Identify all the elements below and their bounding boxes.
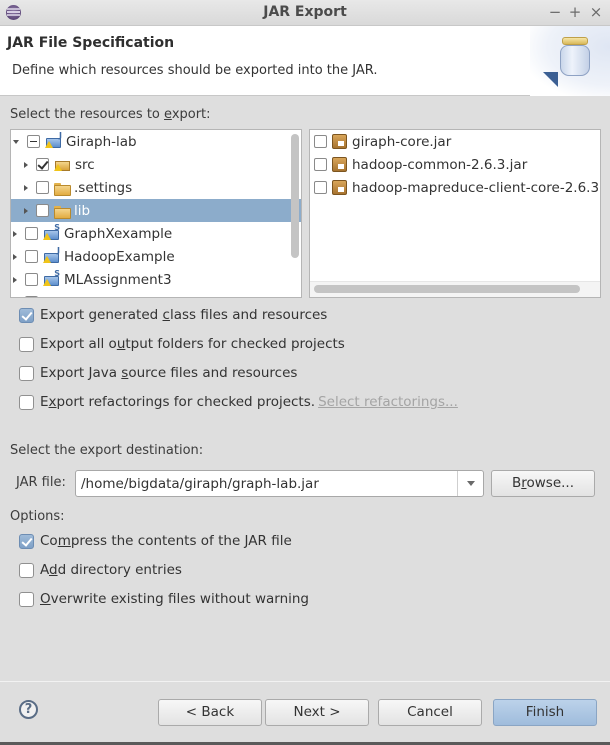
page-title: JAR File Specification xyxy=(7,35,175,51)
java-project-icon: J xyxy=(43,246,60,264)
tree-item-label: GraphXexample xyxy=(64,225,173,242)
options-label: Options: xyxy=(10,509,65,524)
source-folder-icon xyxy=(54,158,71,172)
expand-right-icon[interactable] xyxy=(13,230,17,237)
folder-icon xyxy=(54,182,71,196)
jar-option-checkbox[interactable] xyxy=(19,533,34,549)
file-item-label: hadoop-common-2.6.3.jar xyxy=(352,156,528,173)
tree-item-label: src xyxy=(75,156,95,173)
file-item[interactable]: giraph-core.jar xyxy=(310,130,600,153)
file-item[interactable]: hadoop-mapreduce-client-core-2.6.3.jar xyxy=(310,176,600,199)
tree-item-label: .settings xyxy=(74,179,133,196)
next-button[interactable]: Next > xyxy=(265,699,369,726)
export-arrow-icon xyxy=(543,72,558,87)
tree-item-checkbox[interactable] xyxy=(25,227,38,240)
file-item[interactable]: hadoop-common-2.6.3.jar xyxy=(310,153,600,176)
tree-item-label: HadoopExample xyxy=(64,248,175,265)
java-project-icon: J xyxy=(45,131,62,149)
window-title: JAR Export xyxy=(263,4,347,20)
jar-option-checkbox[interactable] xyxy=(19,562,34,578)
files-horizontal-scrollbar[interactable] xyxy=(314,285,580,293)
jar-file-icon xyxy=(332,180,347,195)
maximize-icon[interactable]: + xyxy=(567,3,583,21)
expand-right-icon[interactable] xyxy=(24,207,28,214)
tree-item-label: lib xyxy=(74,202,91,219)
tree-item[interactable]: S GraphXexample xyxy=(11,222,301,245)
export-option[interactable]: Export all output folders for checked pr… xyxy=(19,334,345,354)
export-checkbox[interactable] xyxy=(19,336,34,352)
tree-item[interactable]: src xyxy=(11,153,301,176)
tree-item[interactable]: .settings xyxy=(11,176,301,199)
expand-right-icon[interactable] xyxy=(24,184,28,191)
jar-option-label: Overwrite existing files without warning xyxy=(40,591,310,607)
close-icon[interactable]: × xyxy=(588,3,604,21)
export-checkbox[interactable] xyxy=(19,394,34,410)
file-item-checkbox[interactable] xyxy=(314,135,327,148)
title-bar: JAR Export − + × xyxy=(0,0,610,26)
file-item-label: hadoop-mapreduce-client-core-2.6.3.jar xyxy=(352,179,601,196)
export-option[interactable]: Export Java source files and resources xyxy=(19,363,297,383)
resource-tree[interactable]: J Giraph-lab src .settings lib S GraphXexample… xyxy=(10,129,302,298)
tree-item-checkbox[interactable] xyxy=(25,250,38,263)
export-label: Export all output folders for checked pr… xyxy=(40,336,345,352)
file-item-label: giraph-core.jar xyxy=(352,133,452,150)
jar-option-option[interactable]: Compress the contents of the JAR file xyxy=(19,531,292,551)
expand-right-icon[interactable] xyxy=(13,276,17,283)
export-label: Export Java source files and resources xyxy=(40,365,298,381)
wizard-header: JAR File Specification Define which reso… xyxy=(0,26,610,96)
expand-right-icon[interactable] xyxy=(24,161,28,168)
tree-item[interactable]: J Giraph-lab xyxy=(11,130,301,153)
scala-project-icon: S xyxy=(43,269,60,287)
cancel-button[interactable]: Cancel xyxy=(378,699,482,726)
export-label: Export generated class files and resourc… xyxy=(40,307,328,323)
jar-option-label: Compress the contents of the JAR file xyxy=(40,533,292,549)
finish-button[interactable]: Finish xyxy=(493,699,597,726)
expand-down-icon[interactable] xyxy=(13,139,19,144)
jar-file-combo[interactable]: /home/bigdata/giraph/graph-lab.jar xyxy=(75,470,484,497)
tree-item-checkbox[interactable] xyxy=(27,135,40,148)
jar-file-label: JAR file: xyxy=(16,475,66,490)
tree-item-label: Giraph-lab xyxy=(66,133,137,150)
tree-item[interactable]: S MLAssignment3 xyxy=(11,268,301,291)
tree-item-label: MLAssignment3 xyxy=(64,271,172,288)
jar-option-label: Add directory entries xyxy=(40,562,182,578)
export-label: Export refactorings for checked projects… xyxy=(40,394,316,410)
jar-option-option[interactable]: Overwrite existing files without warning xyxy=(19,589,309,609)
scala-project-icon: S xyxy=(43,223,60,241)
minimize-icon[interactable]: − xyxy=(547,3,563,21)
file-item-checkbox[interactable] xyxy=(314,181,327,194)
select-refactorings-link[interactable]: Select refactorings... xyxy=(318,394,458,410)
tree-item-checkbox[interactable] xyxy=(25,296,38,297)
export-checkbox[interactable] xyxy=(19,365,34,381)
export-option[interactable]: Export generated class files and resourc… xyxy=(19,305,327,325)
page-description: Define which resources should be exporte… xyxy=(12,63,378,78)
footer-separator xyxy=(0,681,610,682)
file-item-checkbox[interactable] xyxy=(314,158,327,171)
jar-file-icon xyxy=(332,157,347,172)
folder-icon xyxy=(54,205,71,219)
jar-icon xyxy=(560,37,590,77)
jar-file-icon xyxy=(332,134,347,149)
tree-item-partial[interactable] xyxy=(11,291,301,297)
jar-option-checkbox[interactable] xyxy=(19,591,34,607)
combo-dropdown-icon[interactable] xyxy=(457,471,483,496)
tree-item-checkbox[interactable] xyxy=(25,273,38,286)
tree-item[interactable]: lib xyxy=(11,199,301,222)
jar-file-input[interactable]: /home/bigdata/giraph/graph-lab.jar xyxy=(81,476,319,492)
export-option[interactable]: Export refactorings for checked projects… xyxy=(19,392,458,412)
back-button[interactable]: < Back xyxy=(158,699,262,726)
tree-item-checkbox[interactable] xyxy=(36,181,49,194)
resources-label: Select the resources to export: xyxy=(10,107,211,122)
tree-item-checkbox[interactable] xyxy=(36,158,49,171)
tree-item[interactable]: J HadoopExample xyxy=(11,245,301,268)
tree-item-checkbox[interactable] xyxy=(36,204,49,217)
destination-label: Select the export destination: xyxy=(10,443,204,458)
browse-button[interactable]: Browse... xyxy=(491,470,595,497)
tree-vertical-scrollbar[interactable] xyxy=(291,134,299,258)
resource-files-list[interactable]: giraph-core.jar hadoop-common-2.6.3.jar ha… xyxy=(309,129,601,298)
jar-option-option[interactable]: Add directory entries xyxy=(19,560,182,580)
expand-right-icon[interactable] xyxy=(13,253,17,260)
help-icon[interactable]: ? xyxy=(19,700,38,719)
export-checkbox[interactable] xyxy=(19,307,34,323)
